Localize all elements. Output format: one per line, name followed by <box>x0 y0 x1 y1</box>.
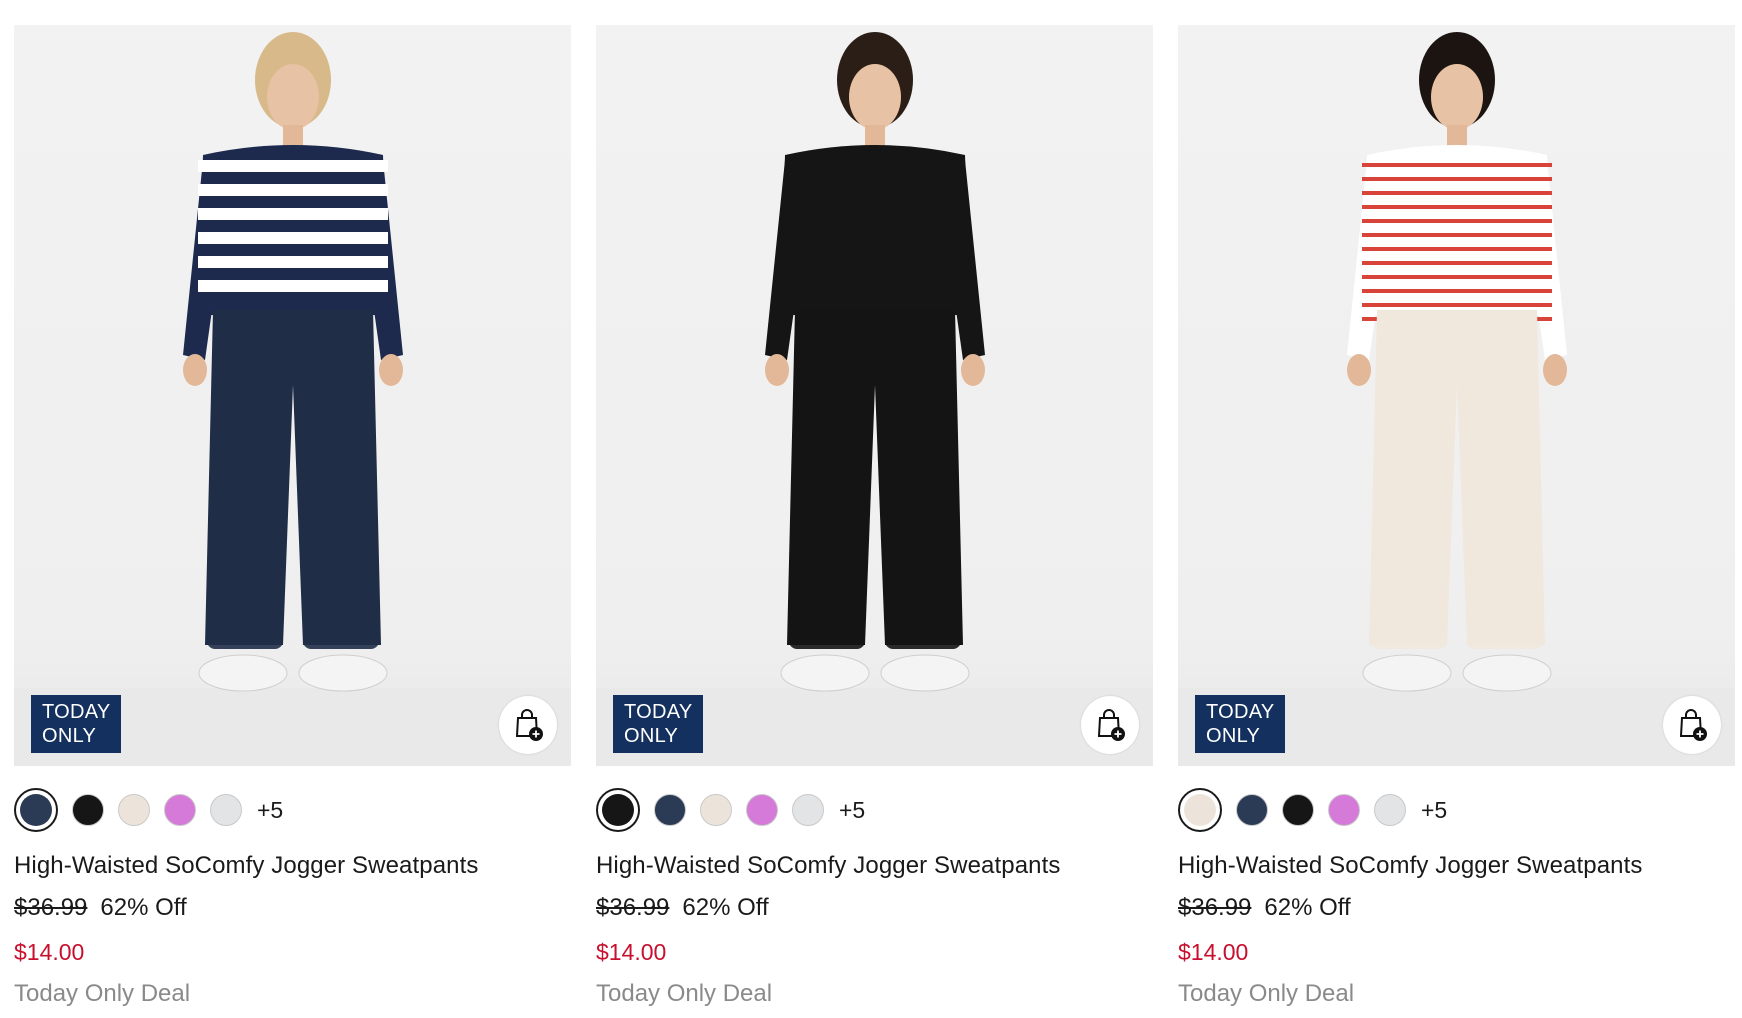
color-swatch[interactable] <box>1236 794 1268 826</box>
color-swatch[interactable] <box>746 794 778 826</box>
today-only-badge: TODAY ONLY <box>31 695 121 753</box>
product-card[interactable]: TODAY ONLY +5 High-Waisted SoComfy Jogge… <box>1178 25 1735 1008</box>
color-swatch[interactable] <box>14 788 58 832</box>
sale-price: $14.00 <box>1178 939 1249 965</box>
product-card[interactable]: TODAY ONLY +5 High-Waisted SoComfy Jogge… <box>596 25 1153 1008</box>
color-swatches: +5 <box>596 788 1153 832</box>
color-swatch[interactable] <box>1282 794 1314 826</box>
add-to-bag-button[interactable] <box>1663 696 1721 754</box>
deal-label: Today Only Deal <box>596 980 773 1007</box>
discount-label: 62% Off <box>682 894 769 921</box>
sale-price: $14.00 <box>14 939 85 965</box>
discount-label: 62% Off <box>1264 894 1351 921</box>
deal-label: Today Only Deal <box>1178 980 1355 1007</box>
color-swatch[interactable] <box>792 794 824 826</box>
shopping-bag-add-icon <box>1679 709 1707 741</box>
shopping-bag-add-icon <box>515 709 543 741</box>
badge-line: ONLY <box>1206 725 1261 747</box>
badge-line: TODAY <box>624 701 693 723</box>
product-title[interactable]: High-Waisted SoComfy Jogger Sweatpants <box>1178 852 1735 880</box>
color-swatch[interactable] <box>596 788 640 832</box>
badge-line: ONLY <box>42 725 97 747</box>
product-image[interactable]: TODAY ONLY <box>14 25 571 766</box>
product-title[interactable]: High-Waisted SoComfy Jogger Sweatpants <box>596 852 1153 880</box>
color-swatch[interactable] <box>700 794 732 826</box>
color-swatch[interactable] <box>210 794 242 826</box>
product-title[interactable]: High-Waisted SoComfy Jogger Sweatpants <box>14 852 571 880</box>
today-only-badge: TODAY ONLY <box>613 695 703 753</box>
more-colors-link[interactable]: +5 <box>257 797 283 824</box>
more-colors-link[interactable]: +5 <box>839 797 865 824</box>
original-price: $36.99 <box>596 894 670 921</box>
color-swatch[interactable] <box>164 794 196 826</box>
price-row: $36.99 62% Off <box>596 894 1153 922</box>
original-price: $36.99 <box>1178 894 1252 921</box>
color-swatch[interactable] <box>1178 788 1222 832</box>
color-swatch[interactable] <box>654 794 686 826</box>
original-price: $36.99 <box>14 894 88 921</box>
badge-line: ONLY <box>624 725 679 747</box>
badge-line: TODAY <box>42 701 111 723</box>
more-colors-link[interactable]: +5 <box>1421 797 1447 824</box>
color-swatch[interactable] <box>1328 794 1360 826</box>
price-row: $36.99 62% Off <box>1178 894 1735 922</box>
color-swatch[interactable] <box>1374 794 1406 826</box>
deal-label: Today Only Deal <box>14 980 191 1007</box>
add-to-bag-button[interactable] <box>499 696 557 754</box>
color-swatch[interactable] <box>72 794 104 826</box>
color-swatches: +5 <box>14 788 571 832</box>
price-row: $36.99 62% Off <box>14 894 571 922</box>
badge-line: TODAY <box>1206 701 1275 723</box>
today-only-badge: TODAY ONLY <box>1195 695 1285 753</box>
product-image[interactable]: TODAY ONLY <box>596 25 1153 766</box>
sale-price: $14.00 <box>596 939 667 965</box>
add-to-bag-button[interactable] <box>1081 696 1139 754</box>
product-card[interactable]: TODAY ONLY +5 High-Waisted SoComfy Jogge… <box>14 25 571 1008</box>
product-grid: TODAY ONLY +5 High-Waisted SoComfy Jogge… <box>14 25 1735 1008</box>
discount-label: 62% Off <box>100 894 187 921</box>
color-swatches: +5 <box>1178 788 1735 832</box>
color-swatch[interactable] <box>118 794 150 826</box>
shopping-bag-add-icon <box>1097 709 1125 741</box>
product-image[interactable]: TODAY ONLY <box>1178 25 1735 766</box>
